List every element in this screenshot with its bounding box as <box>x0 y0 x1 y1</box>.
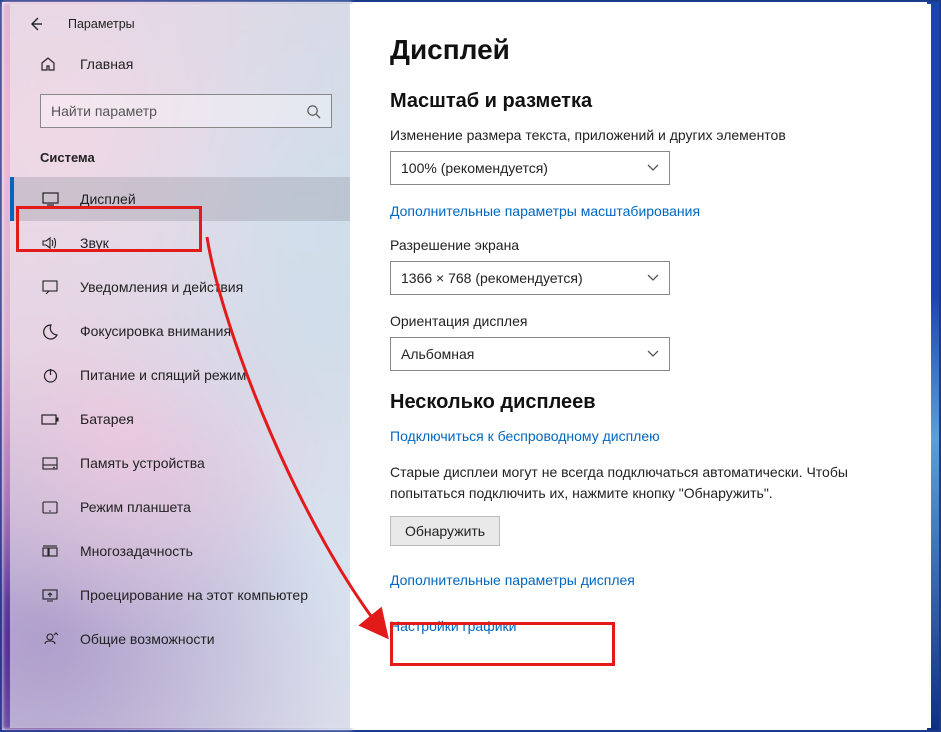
sidebar-item-storage[interactable]: Память устройства <box>10 441 350 485</box>
header: Параметры <box>10 4 350 44</box>
power-icon <box>40 368 60 383</box>
wireless-display-link[interactable]: Подключиться к беспроводному дисплею <box>390 428 660 444</box>
sidebar-item-power[interactable]: Питание и спящий режим <box>10 353 350 397</box>
sidebar-item-label: Звук <box>80 235 109 251</box>
home-label: Главная <box>80 56 133 72</box>
multi-section-title: Несколько дисплеев <box>390 391 891 414</box>
home-icon <box>40 56 60 72</box>
focus-icon <box>40 324 60 339</box>
scale-label: Изменение размера текста, приложений и д… <box>390 127 891 143</box>
sidebar-item-label: Фокусировка внимания <box>80 323 231 339</box>
orientation-label: Ориентация дисплея <box>390 313 891 329</box>
multitask-icon <box>40 545 60 557</box>
content-pane: Дисплей Масштаб и разметка Изменение раз… <box>350 4 931 728</box>
display-icon <box>40 192 60 206</box>
projecting-icon <box>40 589 60 602</box>
storage-icon <box>40 457 60 470</box>
notifications-icon <box>40 280 60 294</box>
sidebar-item-tablet[interactable]: Режим планшета <box>10 485 350 529</box>
search-box[interactable] <box>40 94 332 128</box>
search-icon <box>306 104 321 119</box>
advanced-display-link[interactable]: Дополнительные параметры дисплея <box>390 572 635 588</box>
sidebar-item-display[interactable]: Дисплей <box>10 177 350 221</box>
sidebar-item-label: Питание и спящий режим <box>80 367 246 383</box>
sidebar: Параметры Главная Система Дисплей Звук <box>10 4 350 728</box>
multi-display-desc: Старые дисплеи могут не всегда подключат… <box>390 462 870 504</box>
settings-window: ─ ▢ ✕ Параметры Главная Система <box>0 0 941 732</box>
scale-section-title: Масштаб и разметка <box>390 90 891 113</box>
sidebar-item-label: Дисплей <box>80 191 136 207</box>
advanced-scale-link[interactable]: Дополнительные параметры масштабирования <box>390 203 700 219</box>
shared-icon <box>40 632 60 646</box>
resolution-value: 1366 × 768 (рекомендуется) <box>401 270 583 286</box>
sidebar-item-sound[interactable]: Звук <box>10 221 350 265</box>
sidebar-item-label: Режим планшета <box>80 499 191 515</box>
orientation-value: Альбомная <box>401 346 474 362</box>
chevron-down-icon <box>647 274 659 282</box>
chevron-down-icon <box>647 350 659 358</box>
sidebar-item-label: Общие возможности <box>80 631 215 647</box>
home-link[interactable]: Главная <box>10 44 350 84</box>
sidebar-item-label: Уведомления и действия <box>80 279 243 295</box>
search-input[interactable] <box>51 103 306 119</box>
sidebar-item-label: Проецирование на этот компьютер <box>80 587 308 603</box>
sidebar-item-shared[interactable]: Общие возможности <box>10 617 350 661</box>
battery-icon <box>40 414 60 425</box>
section-label: Система <box>10 146 350 177</box>
sidebar-item-notifications[interactable]: Уведомления и действия <box>10 265 350 309</box>
sidebar-item-label: Память устройства <box>80 455 205 471</box>
app-title: Параметры <box>68 17 135 31</box>
resolution-dropdown[interactable]: 1366 × 768 (рекомендуется) <box>390 261 670 295</box>
arrow-left-icon <box>28 16 44 32</box>
tablet-icon <box>40 501 60 514</box>
sidebar-item-projecting[interactable]: Проецирование на этот компьютер <box>10 573 350 617</box>
back-button[interactable] <box>24 12 48 36</box>
detect-button[interactable]: Обнаружить <box>390 516 500 546</box>
scale-dropdown[interactable]: 100% (рекомендуется) <box>390 151 670 185</box>
sound-icon <box>40 236 60 250</box>
resolution-label: Разрешение экрана <box>390 237 891 253</box>
chevron-down-icon <box>647 164 659 172</box>
scale-value: 100% (рекомендуется) <box>401 160 548 176</box>
sidebar-item-label: Многозадачность <box>80 543 193 559</box>
graphics-settings-link[interactable]: Настройки графики <box>390 618 517 634</box>
sidebar-item-battery[interactable]: Батарея <box>10 397 350 441</box>
sidebar-item-multitask[interactable]: Многозадачность <box>10 529 350 573</box>
sidebar-item-label: Батарея <box>80 411 134 427</box>
page-title: Дисплей <box>390 34 891 66</box>
sidebar-item-focus[interactable]: Фокусировка внимания <box>10 309 350 353</box>
orientation-dropdown[interactable]: Альбомная <box>390 337 670 371</box>
